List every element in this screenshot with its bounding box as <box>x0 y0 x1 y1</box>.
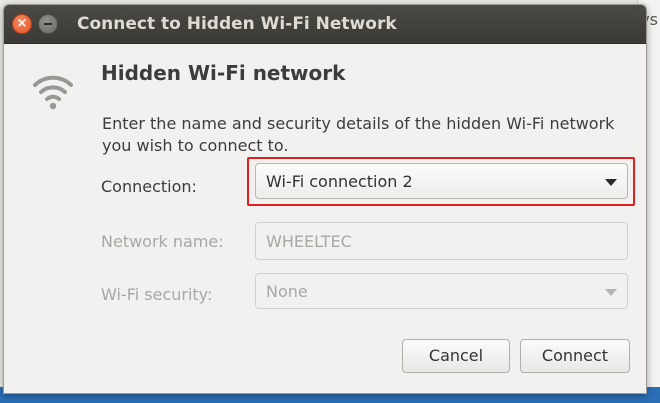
wifi-security-value: None <box>266 282 308 301</box>
dialog-description: Enter the name and security details of t… <box>102 114 615 155</box>
connect-button[interactable]: Connect <box>520 339 630 373</box>
window-title: Connect to Hidden Wi-Fi Network <box>77 14 397 34</box>
hidden-wifi-dialog: × Connect to Hidden Wi-Fi Network Hidden… <box>3 4 647 394</box>
dropdown-arrow-icon <box>605 289 617 296</box>
annotation-highlight-box <box>247 157 635 206</box>
wifi-security-label: Wi-Fi security: <box>101 285 213 304</box>
network-name-label: Network name: <box>101 232 224 251</box>
dialog-heading: Hidden Wi-Fi network <box>101 61 346 85</box>
close-window-button[interactable]: × <box>12 14 32 34</box>
network-name-field[interactable]: WHEELTEC <box>255 222 628 260</box>
network-name-value: WHEELTEC <box>266 232 352 251</box>
wifi-security-dropdown[interactable]: None <box>255 273 628 309</box>
close-icon: × <box>16 16 28 31</box>
connection-label: Connection: <box>101 177 197 196</box>
cancel-button[interactable]: Cancel <box>402 339 510 373</box>
title-bar[interactable]: × Connect to Hidden Wi-Fi Network <box>4 5 646 44</box>
wifi-signal-icon <box>33 75 73 110</box>
minimize-window-button[interactable] <box>38 14 58 34</box>
